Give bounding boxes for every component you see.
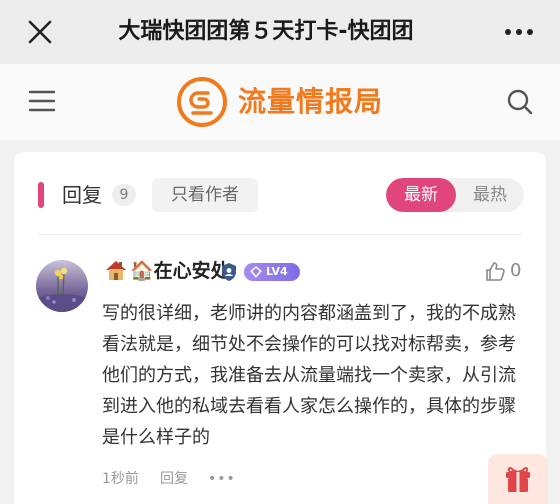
gift-button[interactable] <box>488 454 548 504</box>
more-icon[interactable] <box>504 23 534 41</box>
comment-more-button[interactable]: ••• <box>208 466 236 492</box>
sort-tab-newest[interactable]: 最新 <box>386 178 456 212</box>
sort-toggle: 最新 最热 <box>386 178 524 212</box>
level-badge: LV4 <box>244 263 300 281</box>
level-label: LV4 <box>266 265 288 278</box>
reply-count-badge: 9 <box>112 184 136 206</box>
divider <box>38 234 522 235</box>
sort-tab-hottest[interactable]: 最热 <box>456 178 524 212</box>
title-bar: 大瑞快团团第５天打卡-快团团 <box>0 0 560 64</box>
thumbs-up-icon[interactable] <box>484 260 506 282</box>
hamburger-menu-icon[interactable] <box>28 88 56 114</box>
like-count: 0 <box>510 260 522 281</box>
comment-text: 写的很详细，老师讲的内容都涵盖到了，我的不成熟看法就是，细节处不会操作的可以找对… <box>102 303 516 448</box>
logo-icon <box>177 77 227 127</box>
comments-card: 回复 9 只看作者 最新 最热 🏠在心安处 LV4 0 写的很详细，老师讲的内容… <box>14 152 546 504</box>
logo-text[interactable]: 流量情报局 <box>238 80 383 124</box>
reply-section-label: 回复 <box>62 183 102 207</box>
gift-icon <box>506 467 530 492</box>
author-only-button[interactable]: 只看作者 <box>152 178 258 212</box>
reply-link[interactable]: 回复 <box>160 466 188 492</box>
avatar[interactable] <box>36 260 88 312</box>
close-icon[interactable] <box>26 18 54 46</box>
verified-user-icon <box>222 263 236 281</box>
comment-time: 1秒前 <box>102 471 139 487</box>
username[interactable]: 🏠在心安处 <box>130 256 230 286</box>
search-icon[interactable] <box>506 88 534 116</box>
page-title: 大瑞快团团第５天打卡-快团团 <box>118 19 414 44</box>
section-accent-bar <box>38 182 44 208</box>
site-header: 流量情报局 <box>0 64 560 140</box>
diamond-icon <box>250 266 262 278</box>
house-icon <box>106 261 126 280</box>
